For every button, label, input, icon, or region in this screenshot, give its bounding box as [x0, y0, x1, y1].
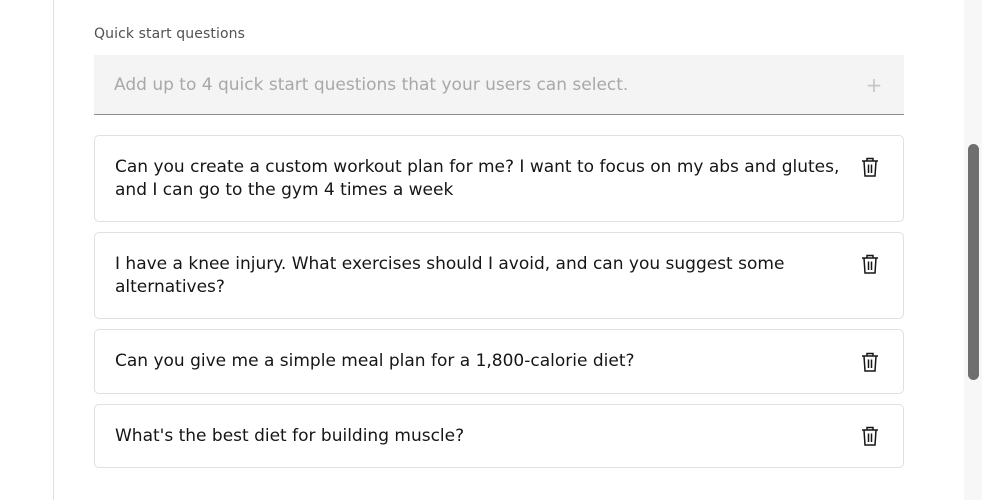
question-text: Can you create a custom workout plan for… — [115, 157, 840, 200]
plus-icon[interactable]: + — [864, 75, 884, 95]
left-divider — [53, 0, 54, 500]
scrollbar-thumb[interactable] — [968, 144, 979, 380]
question-card: What's the best diet for building muscle… — [94, 404, 904, 468]
question-card: I have a knee injury. What exercises sho… — [94, 232, 904, 319]
add-question-field[interactable]: + — [94, 55, 904, 115]
quick-start-label: Quick start questions — [94, 26, 245, 42]
question-text: Can you give me a simple meal plan for a… — [115, 351, 635, 371]
trash-icon — [862, 352, 878, 372]
question-card: Can you create a custom workout plan for… — [94, 135, 904, 222]
delete-question-button[interactable] — [859, 351, 881, 373]
delete-question-button[interactable] — [859, 425, 881, 447]
add-question-input[interactable] — [114, 74, 864, 95]
delete-question-button[interactable] — [859, 253, 881, 275]
delete-question-button[interactable] — [859, 156, 881, 178]
trash-icon — [862, 254, 878, 274]
trash-icon — [862, 157, 878, 177]
trash-icon — [862, 426, 878, 446]
question-text: What's the best diet for building muscle… — [115, 425, 465, 446]
question-text: I have a knee injury. What exercises sho… — [115, 254, 785, 297]
question-card: Can you give me a simple meal plan for a… — [94, 329, 904, 394]
